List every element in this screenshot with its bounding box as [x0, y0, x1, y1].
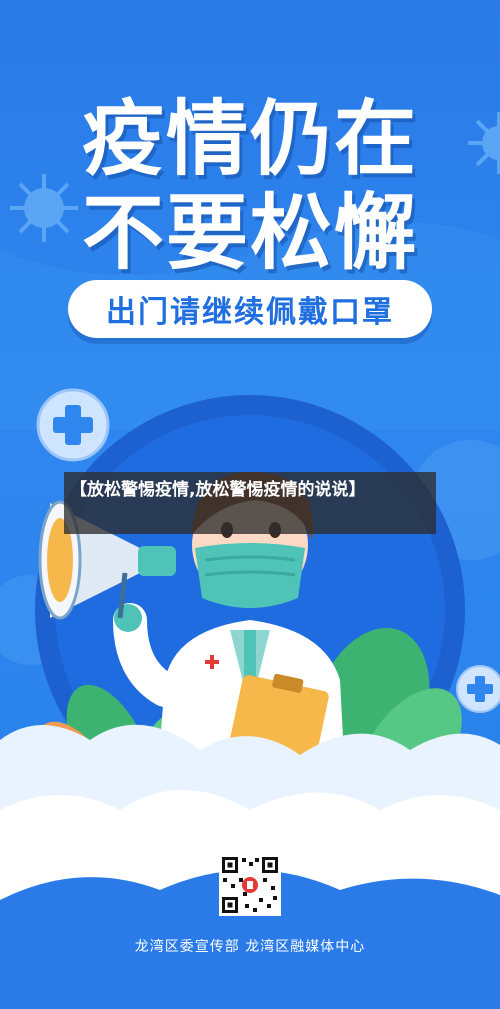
qr-code[interactable]	[219, 854, 281, 916]
footer-credit: 龙湾区委宣传部 龙湾区融媒体中心	[134, 939, 366, 955]
poster: 疫情仍在 不要松懈 出门请继续佩戴口罩 龙湾区委宣传部 龙湾区融媒体中心 【放松…	[0, 0, 500, 1009]
qr-pattern	[222, 857, 278, 913]
caption-text: 【放松警惕疫情,放松警惕疫情的说说】	[70, 480, 366, 500]
headline-line-2: 不要松懈	[81, 186, 418, 281]
subtitle-banner: 出门请继续佩戴口罩	[68, 280, 432, 338]
subtitle-text: 出门请继续佩戴口罩	[106, 295, 394, 330]
